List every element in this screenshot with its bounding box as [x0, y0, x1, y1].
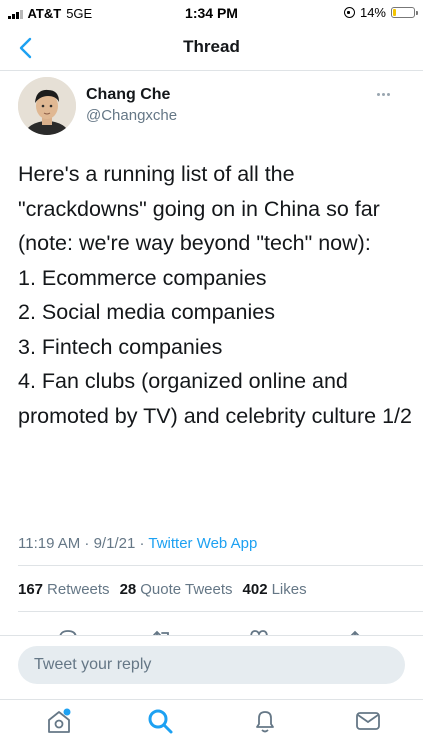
tweet-stats: 167 Retweets 28 Quote Tweets 402 Likes	[18, 581, 307, 598]
search-icon	[148, 709, 173, 734]
author-name[interactable]: Chang Che	[86, 86, 170, 104]
nav-bar: Thread	[0, 26, 423, 71]
tab-messages[interactable]	[353, 706, 383, 736]
reply-input[interactable]	[18, 646, 405, 684]
tab-notifications[interactable]	[250, 706, 280, 736]
tweet-timestamp: 11:19 AM · 9/1/21 ·	[18, 535, 149, 552]
tab-bar	[0, 699, 423, 750]
page-title: Thread	[183, 37, 240, 56]
battery-icon	[391, 7, 418, 18]
tweet-source-link[interactable]: Twitter Web App	[148, 535, 257, 552]
divider	[18, 565, 423, 566]
retweets-stat[interactable]: 167 Retweets	[18, 581, 110, 598]
orientation-lock-icon	[343, 7, 355, 18]
tab-home[interactable]	[44, 706, 74, 736]
battery-percent: 14%	[359, 5, 386, 20]
retweets-count: 167	[18, 581, 44, 598]
notifications-icon	[256, 711, 274, 733]
likes-count: 402	[242, 581, 268, 598]
quotes-count: 28	[119, 581, 137, 598]
avatar[interactable]	[18, 77, 76, 135]
home-icon	[48, 708, 71, 733]
more-dots-icon	[377, 93, 380, 96]
quote-tweets-stat[interactable]: 28 Quote Tweets	[120, 581, 233, 598]
retweets-label: Retweets	[47, 581, 110, 598]
likes-stat[interactable]: 402 Likes	[243, 581, 307, 598]
status-right: 14%	[343, 5, 418, 20]
reply-bar	[0, 635, 423, 702]
messages-icon	[356, 712, 380, 730]
tab-search[interactable]	[145, 706, 175, 736]
divider	[18, 611, 423, 612]
quotes-label: Quote Tweets	[140, 581, 233, 598]
tweet-text: Here's a running list of all the "crackd…	[18, 162, 412, 428]
avatar-image	[18, 77, 76, 135]
author-handle[interactable]: @Changxche	[86, 107, 177, 124]
likes-label: Likes	[271, 581, 307, 598]
tweet-meta: 11:19 AM · 9/1/21 · Twitter Web App	[18, 535, 257, 552]
more-options-button[interactable]	[377, 83, 401, 101]
status-bar: AT&T 5GE 1:34 PM 14%	[0, 0, 423, 26]
